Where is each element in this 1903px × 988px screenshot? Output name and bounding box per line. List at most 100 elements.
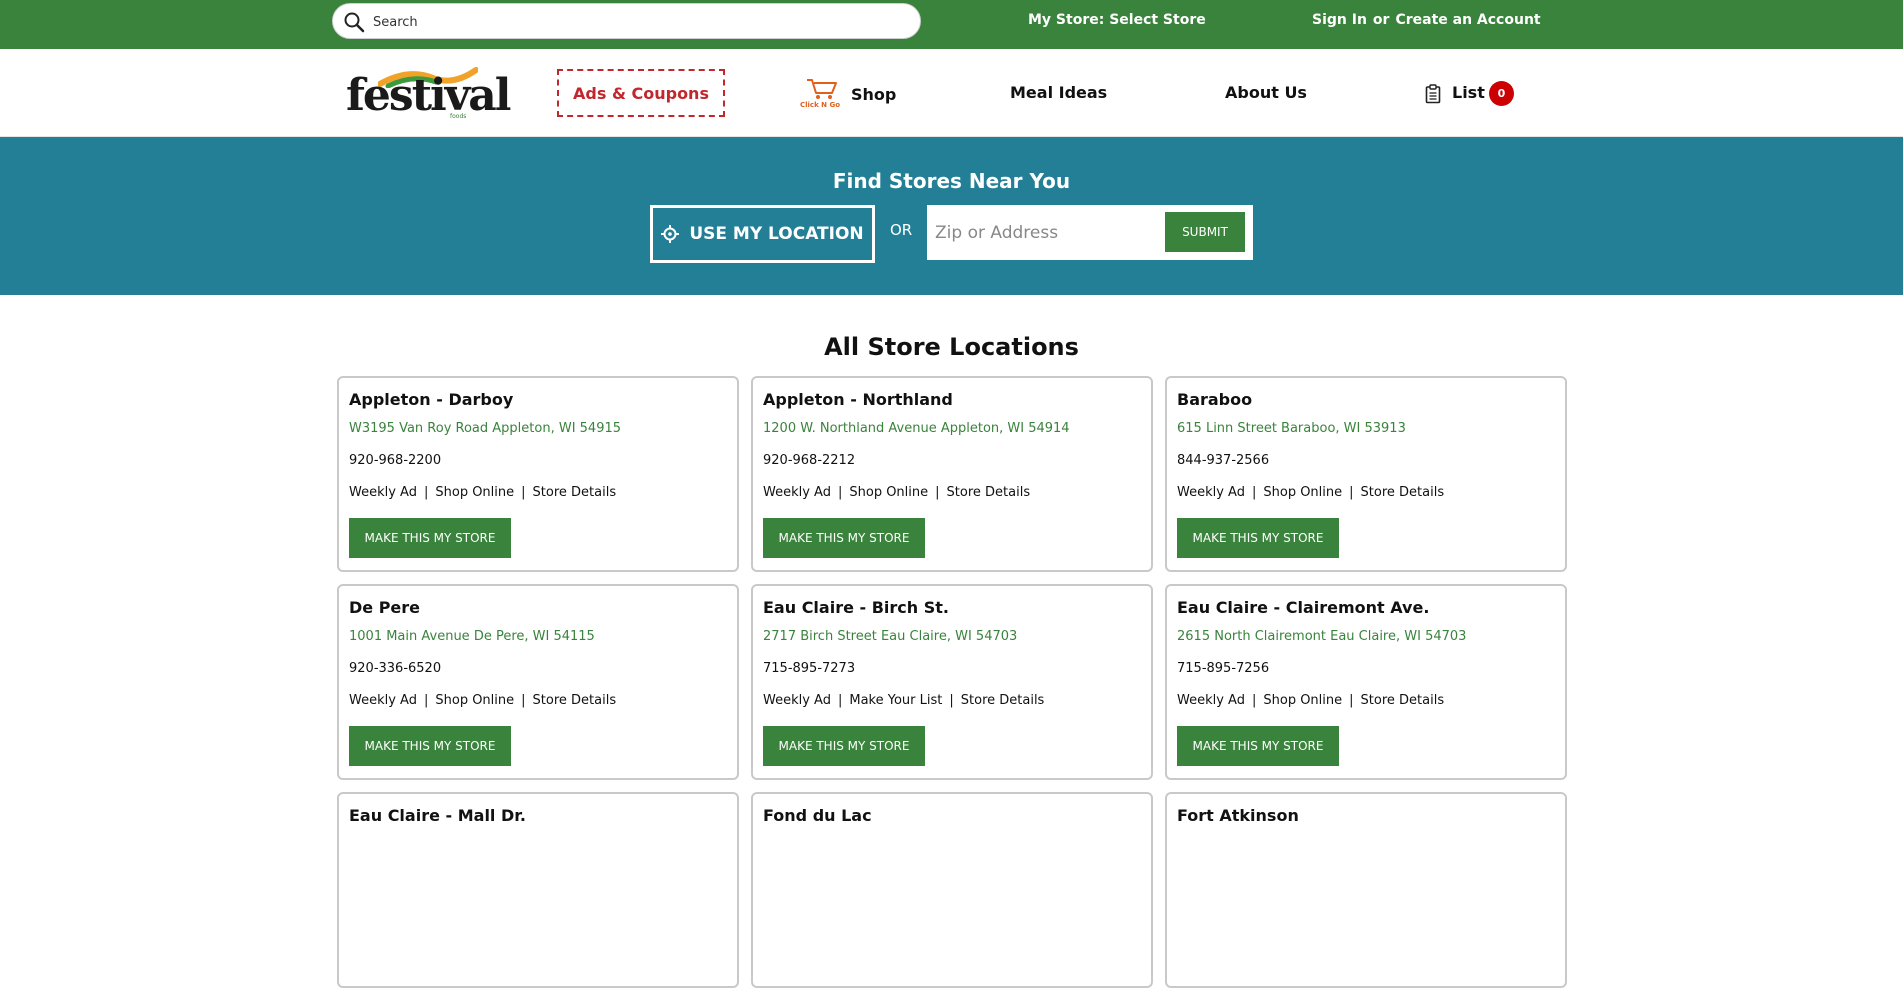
store-name[interactable]: Fond du Lac xyxy=(763,806,1151,828)
store-link[interactable]: Store Details xyxy=(961,693,1045,708)
store-phone[interactable]: 715-895-7256 xyxy=(1177,661,1565,679)
finder-title: Find Stores Near You xyxy=(832,169,1071,193)
top-bar: My Store: Select Store Sign In or Create a… xyxy=(0,0,1903,49)
submit-button[interactable]: SUBMIT xyxy=(1165,212,1245,252)
store-phone[interactable]: 920-336-6520 xyxy=(349,661,737,679)
store-link[interactable]: Store Details xyxy=(533,693,617,708)
link-separator: | xyxy=(1349,693,1354,708)
store-link[interactable]: Weekly Ad xyxy=(1177,485,1245,500)
store-name[interactable]: Appleton - Northland xyxy=(763,390,1151,412)
store-name[interactable]: De Pere xyxy=(349,598,737,620)
store-links: Weekly Ad | Make Your List | Store Details xyxy=(763,693,1151,711)
store-address-link[interactable]: 2615 North Clairemont Eau Claire, WI 547… xyxy=(1177,629,1565,647)
meal-ideas-link[interactable]: Meal Ideas xyxy=(1010,83,1107,102)
link-separator: | xyxy=(423,485,429,500)
store-card: Fond du Lac xyxy=(751,792,1153,988)
store-link[interactable]: Weekly Ad xyxy=(349,693,417,708)
store-name[interactable]: Eau Claire - Mall Dr. xyxy=(349,806,737,828)
store-link[interactable]: Make Your List xyxy=(849,693,942,708)
store-card: Baraboo 615 Linn Street Baraboo, WI 53913… xyxy=(1165,376,1567,572)
or-label: OR xyxy=(890,221,913,239)
store-phone[interactable]: 844-937-2566 xyxy=(1177,453,1565,471)
store-card: Appleton - Darboy W3195 Van Roy Road Appl… xyxy=(337,376,739,572)
list-link[interactable]: List xyxy=(1452,83,1485,102)
store-card: Eau Claire - Clairemont Ave. 2615 North C… xyxy=(1165,584,1567,780)
store-name[interactable]: Baraboo xyxy=(1177,390,1565,412)
store-name[interactable]: Eau Claire - Clairemont Ave. xyxy=(1177,598,1565,620)
link-separator: | xyxy=(837,693,843,708)
store-link[interactable]: Weekly Ad xyxy=(1177,693,1245,708)
link-separator: | xyxy=(423,693,429,708)
store-card: De Pere 1001 Main Avenue De Pere, WI 5411… xyxy=(337,584,739,780)
link-separator: | xyxy=(1251,693,1257,708)
zip-address-input[interactable] xyxy=(935,219,1155,247)
store-links: Weekly Ad | Shop Online | Store Details xyxy=(763,485,1151,503)
shop-link[interactable]: Shop xyxy=(851,85,896,104)
store-address-link[interactable]: 615 Linn Street Baraboo, WI 53913 xyxy=(1177,421,1565,439)
link-separator: | xyxy=(935,485,940,500)
link-separator: | xyxy=(521,485,526,500)
use-my-location-button[interactable]: USE MY LOCATION xyxy=(650,205,875,263)
link-separator: | xyxy=(1251,485,1257,500)
sign-in-link[interactable]: Sign In xyxy=(1312,12,1367,28)
store-link[interactable]: Weekly Ad xyxy=(349,485,417,500)
search-bar[interactable] xyxy=(332,3,921,39)
store-link[interactable]: Weekly Ad xyxy=(763,693,831,708)
link-separator: | xyxy=(949,693,954,708)
make-this-my-store-button[interactable]: MAKE THIS MY STORE xyxy=(763,518,925,558)
store-link[interactable]: Weekly Ad xyxy=(763,485,831,500)
store-phone[interactable]: 920-968-2200 xyxy=(349,453,737,471)
store-link[interactable]: Store Details xyxy=(1361,485,1445,500)
make-this-my-store-button[interactable]: MAKE THIS MY STORE xyxy=(349,518,511,558)
make-this-my-store-button[interactable]: MAKE THIS MY STORE xyxy=(1177,726,1339,766)
store-name[interactable]: Fort Atkinson xyxy=(1177,806,1565,828)
click-n-go-logo[interactable]: Click N Go xyxy=(800,77,844,113)
festival-foods-logo[interactable]: festival foods xyxy=(346,66,512,120)
crosshair-icon xyxy=(661,225,680,243)
store-link[interactable]: Store Details xyxy=(1361,693,1445,708)
store-name[interactable]: Eau Claire - Birch St. xyxy=(763,598,1151,620)
store-link[interactable]: Store Details xyxy=(947,485,1031,500)
make-this-my-store-button[interactable]: MAKE THIS MY STORE xyxy=(1177,518,1339,558)
store-link[interactable]: Shop Online xyxy=(1263,693,1342,708)
click-n-go-label: Click N Go xyxy=(800,101,841,109)
store-link[interactable]: Shop Online xyxy=(435,485,514,500)
logo-subtext: foods xyxy=(450,113,467,120)
store-link[interactable]: Shop Online xyxy=(849,485,928,500)
store-links: Weekly Ad | Shop Online | Store Details xyxy=(1177,485,1565,503)
store-card: Eau Claire - Birch St. 2717 Birch Street … xyxy=(751,584,1153,780)
store-address-link[interactable]: 1200 W. Northland Avenue Appleton, WI 54… xyxy=(763,421,1151,439)
store-phone[interactable]: 715-895-7273 xyxy=(763,661,1151,679)
all-store-locations-heading: All Store Locations xyxy=(824,333,1079,361)
ads-coupons-link[interactable]: Ads & Coupons xyxy=(557,69,725,117)
store-link[interactable]: Shop Online xyxy=(435,693,514,708)
my-store-link[interactable]: My Store: Select Store xyxy=(1028,12,1206,28)
store-phone[interactable]: 920-968-2212 xyxy=(763,453,1151,471)
search-icon[interactable] xyxy=(343,11,365,33)
create-account-link[interactable]: Create an Account xyxy=(1395,12,1540,28)
store-card: Fort Atkinson xyxy=(1165,792,1567,988)
store-grid: Appleton - Darboy W3195 Van Roy Road Appl… xyxy=(337,376,1567,988)
store-link[interactable]: Store Details xyxy=(533,485,617,500)
about-us-link[interactable]: About Us xyxy=(1225,83,1307,102)
cart-icon xyxy=(807,79,837,99)
link-separator: | xyxy=(1349,485,1354,500)
list-count-badge: 0 xyxy=(1489,81,1514,106)
clipboard-icon[interactable] xyxy=(1425,84,1441,104)
store-card: Eau Claire - Mall Dr. xyxy=(337,792,739,988)
store-address-link[interactable]: W3195 Van Roy Road Appleton, WI 54915 xyxy=(349,421,737,439)
store-links: Weekly Ad | Shop Online | Store Details xyxy=(349,485,737,503)
store-link[interactable]: Shop Online xyxy=(1263,485,1342,500)
store-address-link[interactable]: 2717 Birch Street Eau Claire, WI 54703 xyxy=(763,629,1151,647)
store-links: Weekly Ad | Shop Online | Store Details xyxy=(349,693,737,711)
make-this-my-store-button[interactable]: MAKE THIS MY STORE xyxy=(349,726,511,766)
logo-text: festival xyxy=(346,70,512,121)
store-address-link[interactable]: 1001 Main Avenue De Pere, WI 54115 xyxy=(349,629,737,647)
make-this-my-store-button[interactable]: MAKE THIS MY STORE xyxy=(763,726,925,766)
main-nav: festival foods Ads & Coupons Click N Go … xyxy=(0,49,1903,137)
zip-search-box: SUBMIT xyxy=(927,205,1253,260)
store-name[interactable]: Appleton - Darboy xyxy=(349,390,737,412)
link-separator: | xyxy=(521,693,526,708)
store-links: Weekly Ad | Shop Online | Store Details xyxy=(1177,693,1565,711)
search-input[interactable] xyxy=(373,10,903,34)
